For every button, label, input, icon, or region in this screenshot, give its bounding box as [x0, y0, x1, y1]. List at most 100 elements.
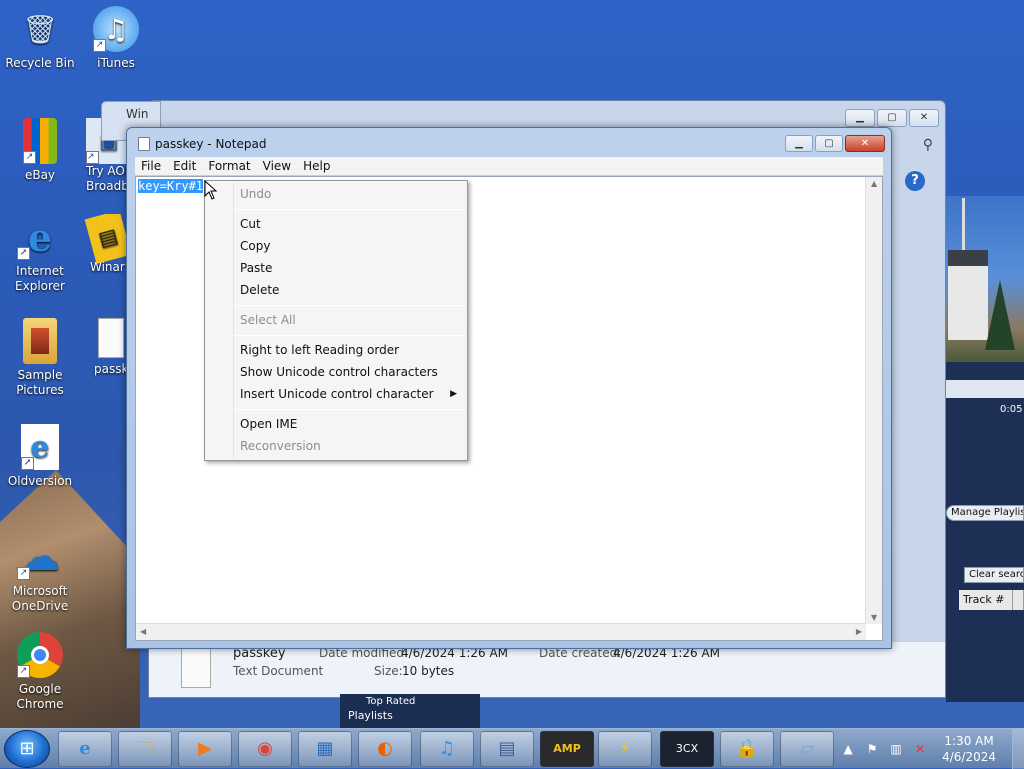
network-icon[interactable]: ▥ — [887, 742, 905, 756]
context-menu: Undo Cut Copy Paste Delete Select All Ri… — [204, 180, 468, 461]
track-number-header[interactable]: Track # — [959, 590, 1013, 610]
taskbar-media-player[interactable]: ▶ — [178, 731, 232, 767]
ie-glyph: e — [27, 214, 53, 260]
notepad-icon: ▱ — [800, 738, 814, 759]
taskbar-internet-explorer[interactable]: e — [58, 731, 112, 767]
desktop-icon-passkey[interactable]: passk — [76, 318, 130, 377]
desktop-icon-winamp[interactable]: ▤ Winar — [76, 214, 130, 275]
volume-muted-icon[interactable]: ✕ — [911, 742, 929, 756]
text-file-icon — [98, 318, 124, 358]
desktop-icon-sample-pictures[interactable]: Sample Pictures — [0, 318, 80, 398]
maximize-button[interactable]: ▢ — [815, 135, 843, 152]
context-menu-insert-unicode[interactable]: Insert Unicode control character ▶ — [207, 383, 465, 405]
manage-playlist-button[interactable]: Manage Playlist — [946, 505, 1024, 521]
context-menu-show-unicode[interactable]: Show Unicode control characters — [207, 361, 465, 383]
clock-time: 1:30 AM — [944, 734, 994, 748]
context-menu-separator — [235, 209, 465, 210]
desktop-icon-internet-explorer[interactable]: e ↗ Internet Explorer — [0, 214, 80, 294]
desktop-icon-google-chrome[interactable]: ↗ Google Chrome — [0, 632, 80, 712]
close-button[interactable]: ✕ — [845, 135, 885, 152]
menu-help[interactable]: Help — [297, 159, 336, 173]
show-desktop-button[interactable] — [1012, 729, 1024, 769]
desktop-icon-label: iTunes — [97, 56, 135, 70]
column-header[interactable] — [1013, 590, 1024, 610]
submenu-arrow-icon: ▶ — [450, 389, 457, 399]
help-icon[interactable]: ? — [905, 171, 925, 191]
close-button[interactable]: ✕ — [909, 109, 939, 127]
minimize-button[interactable]: ▁ — [845, 109, 875, 127]
taskbar-keepass[interactable]: 🔒 — [720, 731, 774, 767]
desktop-icon-label: Internet Explorer — [15, 264, 65, 293]
taskbar-file-explorer[interactable]: 🗀 — [118, 731, 172, 767]
scroll-up-arrow-icon[interactable]: ▲ — [871, 179, 877, 188]
clock[interactable]: 1:30 AM 4/6/2024 — [942, 733, 996, 765]
menu-view[interactable]: View — [257, 159, 297, 173]
desktop-icon-ebay[interactable]: ↗ eBay — [0, 118, 80, 183]
context-menu-insert-unicode-label: Insert Unicode control character — [240, 387, 434, 401]
context-menu-cut[interactable]: Cut — [207, 213, 465, 235]
taskbar-notepad[interactable]: ▱ — [780, 731, 834, 767]
windows-logo-icon: ⊞ — [19, 738, 35, 759]
context-menu-open-ime[interactable]: Open IME — [207, 413, 465, 435]
menu-edit[interactable]: Edit — [167, 159, 202, 173]
menu-format[interactable]: Format — [202, 159, 256, 173]
media-player-time: 0:05 — [1000, 404, 1023, 415]
context-menu-reconversion[interactable]: Reconversion — [207, 435, 465, 457]
desktop-icon-label: passk — [94, 362, 129, 376]
taskbar-control-panel[interactable]: ▦ — [298, 731, 352, 767]
taskbar-winamp[interactable]: AMP — [540, 731, 594, 767]
onedrive-icon: ☁ ↗ — [17, 534, 63, 580]
chrome-icon: ◉ — [257, 738, 273, 759]
document-icon: ▤ — [498, 738, 516, 759]
winamp-icon: AMP — [553, 742, 581, 755]
oldversion-icon: e ↗ — [21, 424, 59, 470]
action-center-flag-icon[interactable]: ⚑ — [863, 742, 881, 756]
taskbar-document-viewer[interactable]: ▤ — [480, 731, 534, 767]
clear-search-button[interactable]: Clear search — [964, 567, 1024, 583]
horizontal-scrollbar[interactable]: ◀ ▶ — [136, 623, 866, 640]
shortcut-arrow-icon: ↗ — [17, 567, 30, 580]
itunes-icon: ♫ — [438, 738, 456, 759]
start-button[interactable]: ⊞ — [4, 730, 50, 768]
desktop-icon-itunes[interactable]: ♫ ↗ iTunes — [76, 6, 156, 71]
maximize-button[interactable]: ▢ — [877, 109, 907, 127]
media-player-seek-bar[interactable] — [946, 380, 1024, 398]
taskbar-3cx[interactable]: 3CX — [660, 731, 714, 767]
chrome-center — [31, 646, 49, 664]
shortcut-arrow-icon: ↗ — [17, 247, 30, 260]
desktop-icon-recycle-bin[interactable]: 🗑 Recycle Bin — [0, 6, 80, 71]
taskbar-itunes[interactable]: ♫ — [420, 731, 474, 767]
scroll-right-arrow-icon[interactable]: ▶ — [856, 627, 862, 636]
search-icon[interactable]: ⚲ — [923, 137, 933, 153]
context-menu-select-all[interactable]: Select All — [207, 309, 465, 331]
minimize-button[interactable]: ▁ — [785, 135, 813, 152]
desktop-icon-onedrive[interactable]: ☁ ↗ Microsoft OneDrive — [0, 534, 80, 614]
notepad-titlebar[interactable]: passkey - Notepad ▁ ▢ ✕ — [127, 128, 891, 158]
menu-file[interactable]: File — [135, 159, 167, 173]
taskbar-winamp-agent[interactable]: ⚡ — [598, 731, 652, 767]
context-menu-delete[interactable]: Delete — [207, 279, 465, 301]
show-hidden-icons-icon[interactable]: ▲ — [839, 742, 857, 756]
shortcut-arrow-icon: ↗ — [86, 151, 99, 164]
vertical-scrollbar[interactable]: ▲ ▼ — [865, 177, 882, 624]
chrome-icon: ↗ — [17, 632, 63, 678]
picture-thumbnail — [31, 328, 49, 354]
document-text[interactable]: key=Kry#1 — [138, 179, 204, 193]
scroll-down-arrow-icon[interactable]: ▼ — [871, 613, 877, 622]
context-menu-rtl-reading-order[interactable]: Right to left Reading order — [207, 339, 465, 361]
3cx-icon: 3CX — [675, 742, 699, 755]
taskbar-firefox[interactable]: ◐ — [358, 731, 412, 767]
explorer-caption-buttons: ▁ ▢ ✕ — [845, 109, 939, 127]
selected-text[interactable]: key=Kry# — [138, 179, 196, 193]
lock-icon: 🔒 — [735, 738, 759, 759]
list-item[interactable]: Playlists — [340, 707, 480, 722]
desktop-icon-oldversion[interactable]: e ↗ Oldversion — [0, 424, 80, 489]
taskbar-chrome[interactable]: ◉ — [238, 731, 292, 767]
context-menu-separator — [235, 409, 465, 410]
context-menu-paste[interactable]: Paste — [207, 257, 465, 279]
context-menu-undo[interactable]: Undo — [207, 183, 465, 205]
list-item[interactable]: Top Rated — [340, 694, 480, 707]
context-menu-copy[interactable]: Copy — [207, 235, 465, 257]
selected-text-tail[interactable]: 1 — [195, 179, 204, 193]
scroll-left-arrow-icon[interactable]: ◀ — [140, 627, 146, 636]
